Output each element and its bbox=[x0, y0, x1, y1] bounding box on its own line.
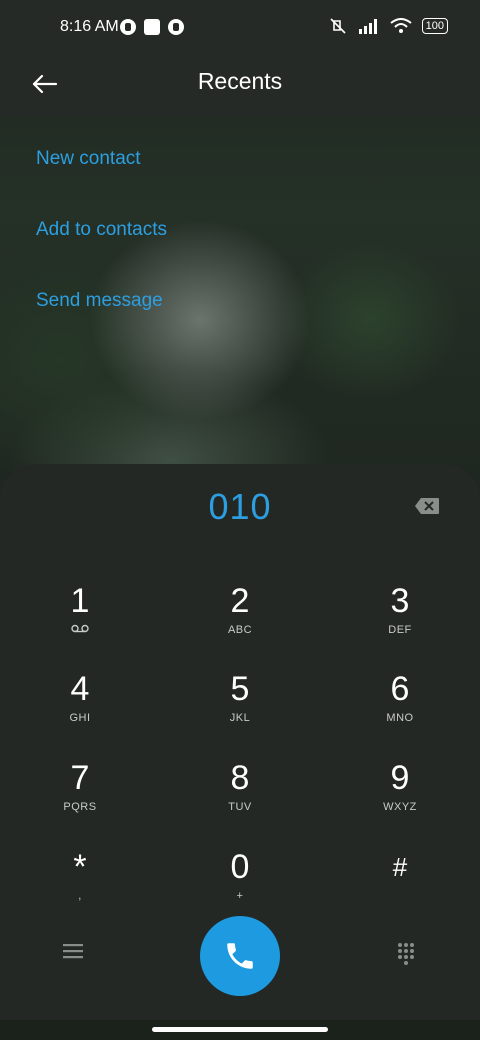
key-hash[interactable]: # bbox=[340, 848, 460, 928]
key-8[interactable]: 8 TUV bbox=[180, 759, 300, 839]
status-time: 8:16 AM bbox=[60, 18, 119, 35]
square-icon bbox=[144, 19, 160, 35]
notification-icon bbox=[168, 19, 184, 35]
call-button[interactable] bbox=[200, 916, 280, 996]
dialpad-panel: 010 1 2 ABC 3 DEF 4 GHI 5 JKL 6 MNO 7 PQ… bbox=[0, 464, 480, 1040]
status-bar: 8:16 AM 100 bbox=[0, 0, 480, 56]
key-6[interactable]: 6 MNO bbox=[340, 670, 460, 750]
phone-icon bbox=[227, 943, 253, 969]
key-1[interactable]: 1 bbox=[20, 582, 140, 662]
dialed-number: 010 bbox=[208, 486, 272, 527]
key-5[interactable]: 5 JKL bbox=[180, 670, 300, 750]
key-star[interactable]: * , bbox=[20, 848, 140, 928]
mute-icon bbox=[330, 18, 346, 34]
key-9[interactable]: 9 WXYZ bbox=[340, 759, 460, 839]
key-2[interactable]: 2 ABC bbox=[180, 582, 300, 662]
send-message-button[interactable]: Send message bbox=[36, 290, 163, 312]
key-4[interactable]: 4 GHI bbox=[20, 670, 140, 750]
wifi-icon bbox=[390, 18, 412, 33]
key-3[interactable]: 3 DEF bbox=[340, 582, 460, 662]
home-indicator[interactable] bbox=[152, 1027, 328, 1032]
add-to-contacts-button[interactable]: Add to contacts bbox=[36, 219, 167, 241]
key-7[interactable]: 7 PQRS bbox=[20, 759, 140, 839]
signal-icon bbox=[358, 19, 377, 34]
dialpad-toggle-icon[interactable] bbox=[396, 942, 416, 966]
page-title: Recents bbox=[197, 68, 283, 94]
battery-indicator: 100 bbox=[421, 18, 448, 34]
voicemail-icon bbox=[71, 624, 89, 633]
menu-icon[interactable] bbox=[62, 942, 84, 960]
notification-icon bbox=[120, 19, 136, 35]
header: Recents bbox=[0, 56, 480, 116]
new-contact-button[interactable]: New contact bbox=[36, 148, 141, 170]
backspace-icon[interactable] bbox=[414, 497, 440, 515]
